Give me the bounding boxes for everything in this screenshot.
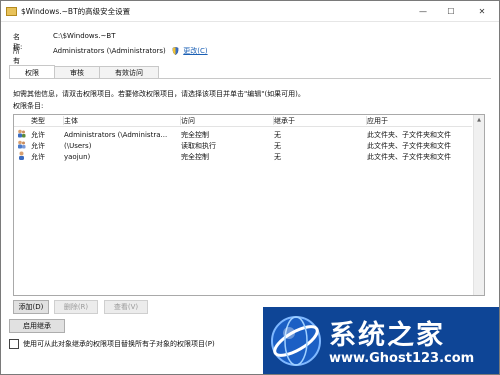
table-row[interactable]: 允许 yaojun) 完全控制 无 此文件夹、子文件夹和文件 (14, 151, 472, 162)
uac-shield-icon (172, 47, 179, 55)
header-type[interactable]: 类型 (31, 116, 63, 126)
table-header: 类型 主体 访问 继承于 应用于 (14, 115, 472, 127)
watermark-title: 系统之家 (329, 320, 445, 351)
row-principal: Administrators (\Administra... (64, 130, 168, 139)
column-divider (366, 116, 367, 125)
replace-child-permissions-checkbox[interactable] (9, 339, 19, 349)
instructions-text: 如需其他信息，请双击权限项目。若要修改权限项目，请选择该项目并单击"编辑"(如果… (13, 90, 305, 98)
name-value: C:\$Windows.~BT (53, 32, 116, 40)
row-access: 完全控制 (181, 152, 209, 161)
row-inherited-from: 无 (274, 152, 281, 161)
header-principal[interactable]: 主体 (64, 116, 181, 126)
entries-label: 权限条目: (13, 102, 44, 110)
replace-child-permissions-option[interactable]: 使用可从此对象继承的权限项目替换所有子对象的权限项目(P) (9, 339, 215, 349)
row-inherited-from: 无 (274, 141, 281, 150)
row-applies-to: 此文件夹、子文件夹和文件 (367, 130, 451, 139)
row-type: 允许 (31, 152, 45, 161)
row-applies-to: 此文件夹、子文件夹和文件 (367, 152, 451, 161)
table-row[interactable]: 允许 (\Users) 读取和执行 无 此文件夹、子文件夹和文件 (14, 140, 472, 151)
owner-value: Administrators (\Administrators) (53, 47, 166, 55)
globe-logo-icon (271, 316, 321, 366)
user-icon (19, 151, 24, 160)
column-divider (273, 116, 274, 125)
remove-button[interactable]: 删除(R) (54, 300, 98, 314)
row-principal: yaojun) (64, 152, 91, 161)
header-access[interactable]: 访问 (181, 116, 274, 126)
enable-inheritance-button[interactable]: 启用继承 (9, 319, 65, 333)
close-button[interactable]: ✕ (465, 1, 499, 21)
minimize-button[interactable]: — (409, 1, 437, 21)
header-inherited-from[interactable]: 继承于 (274, 116, 367, 126)
permission-entries-table[interactable]: 类型 主体 访问 继承于 应用于 允许 Administrators (\Adm… (13, 114, 485, 296)
scroll-up-icon[interactable]: ▲ (474, 115, 484, 125)
view-button[interactable]: 查看(V) (104, 300, 148, 314)
users-group-icon (18, 140, 26, 149)
folder-icon (6, 6, 17, 16)
row-applies-to: 此文件夹、子文件夹和文件 (367, 141, 451, 150)
watermark-url: www.Ghost123.com (329, 351, 475, 366)
title-bar: $Windows.~BT的高级安全设置 — ☐ ✕ (1, 1, 499, 22)
row-principal: (\Users) (64, 141, 92, 150)
header-applies-to[interactable]: 应用于 (367, 116, 472, 126)
row-access: 读取和执行 (181, 141, 216, 150)
tab-permissions[interactable]: 权限 (9, 65, 55, 79)
change-owner-link[interactable]: 更改(C) (183, 47, 207, 55)
tab-divider (9, 78, 491, 79)
checkbox-label: 使用可从此对象继承的权限项目替换所有子对象的权限项目(P) (23, 340, 215, 348)
window-title: $Windows.~BT的高级安全设置 (21, 6, 131, 16)
add-button[interactable]: 添加(D) (13, 300, 49, 314)
row-type: 允许 (31, 130, 45, 139)
row-access: 完全控制 (181, 130, 209, 139)
row-inherited-from: 无 (274, 130, 281, 139)
vertical-scrollbar[interactable]: ▲ (473, 115, 484, 295)
row-type: 允许 (31, 141, 45, 150)
column-divider (63, 116, 64, 125)
admin-group-icon (18, 129, 26, 138)
maximize-button[interactable]: ☐ (437, 1, 465, 21)
watermark-banner: 系统之家 www.Ghost123.com (263, 307, 499, 374)
column-divider (180, 116, 181, 125)
table-row[interactable]: 允许 Administrators (\Administra... 完全控制 无… (14, 129, 472, 140)
